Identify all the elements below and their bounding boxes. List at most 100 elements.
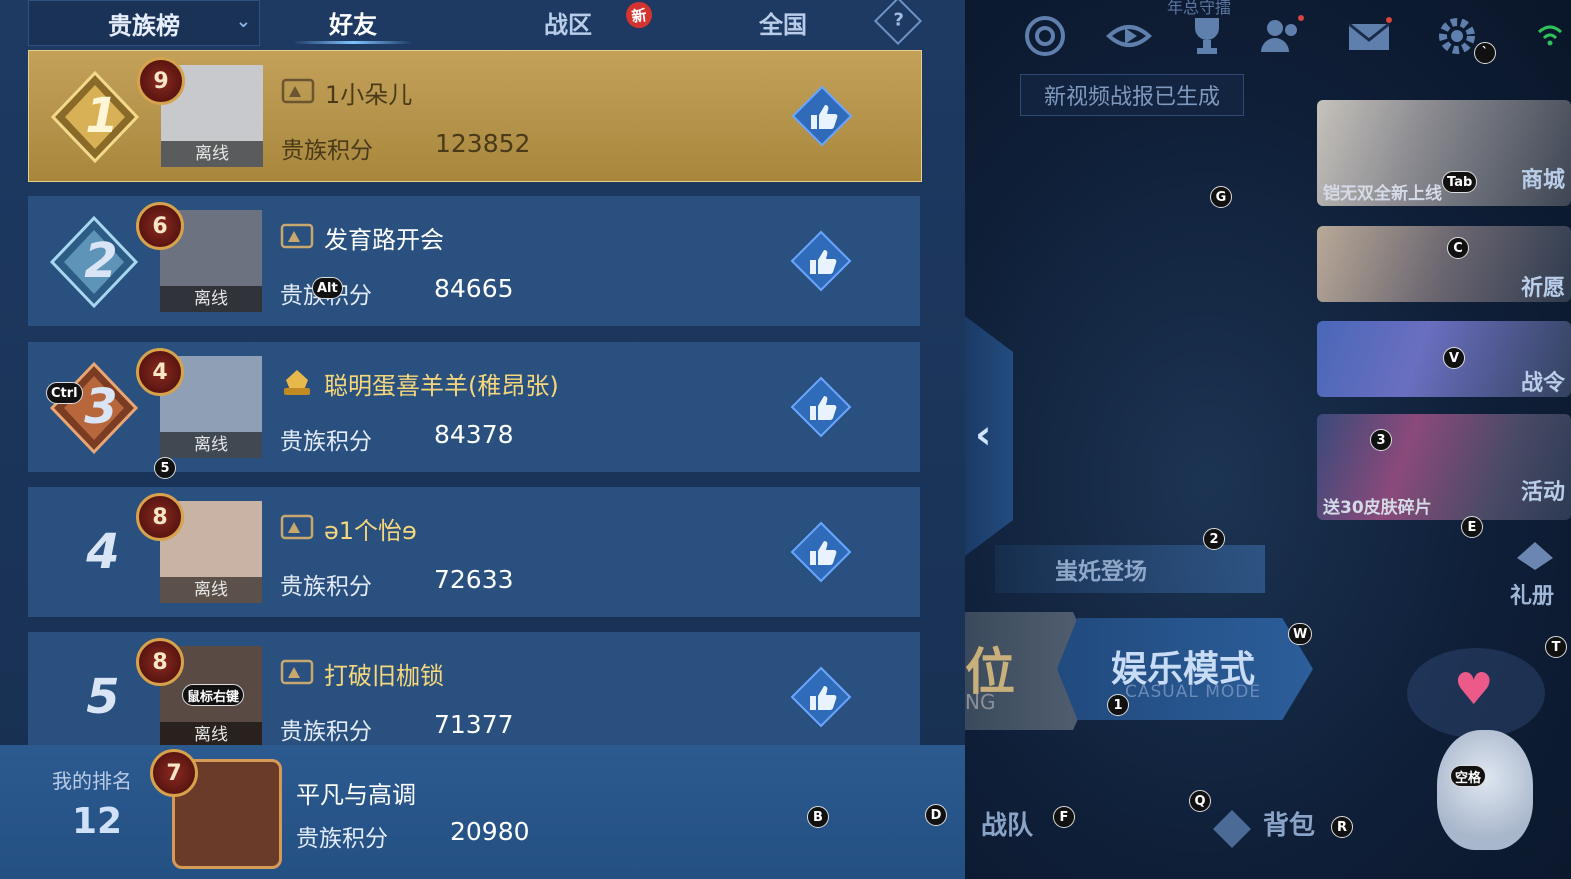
like-button[interactable] bbox=[790, 521, 852, 583]
tab-bar: 贵族榜 ⌄ 好友 战区 新 全国 ? bbox=[28, 0, 923, 46]
noble-level-badge: 4 bbox=[136, 348, 184, 396]
like-button[interactable] bbox=[790, 376, 852, 438]
score-value: 123852 bbox=[435, 129, 531, 158]
player-name: ə1个怡ɘ bbox=[324, 517, 417, 545]
online-status: 离线 bbox=[160, 286, 262, 312]
key-hint: 1 bbox=[1107, 694, 1129, 716]
casual-mode-button[interactable]: 娱乐模式 CASUAL MODE bbox=[1057, 618, 1313, 720]
list-item[interactable]: 3 离线 4 聪明蛋喜羊羊(稚昂张) 贵族积分 84378 bbox=[28, 342, 920, 472]
tab-region-label: 战区 bbox=[544, 10, 592, 39]
tab-friends[interactable]: 好友 bbox=[273, 0, 433, 44]
gift-book-icon bbox=[1517, 542, 1553, 570]
lobby-background: 年总守擂 新视频战报已生成 商城 铠无双全新上线 祈愿 战令 活动 送30皮肤碎… bbox=[965, 0, 1571, 879]
rank-number: 1 bbox=[85, 88, 119, 144]
score-value: 84665 bbox=[434, 274, 514, 303]
noble-level-badge: 7 bbox=[150, 749, 198, 797]
my-rank-number: 12 bbox=[72, 801, 123, 842]
like-button[interactable] bbox=[790, 666, 852, 728]
new-hero-banner[interactable]: 蚩奼登场 bbox=[995, 545, 1265, 593]
key-hint: G bbox=[1210, 186, 1232, 208]
key-hint: Alt bbox=[312, 277, 343, 299]
like-button[interactable] bbox=[791, 85, 853, 147]
shop-caption: 铠无双全新上线 bbox=[1323, 184, 1442, 204]
tab-national[interactable]: 全国 bbox=[708, 0, 858, 44]
key-hint: 2 bbox=[1203, 528, 1225, 550]
key-hint: 空格 bbox=[1450, 765, 1487, 787]
casual-mode-subtitle: CASUAL MODE bbox=[1125, 682, 1262, 702]
score-label: 贵族积分 bbox=[280, 574, 372, 600]
new-hero-label: 蚩奼登场 bbox=[1055, 559, 1147, 585]
my-score-value: 20980 bbox=[450, 817, 530, 846]
my-rank-label: 我的排名 bbox=[52, 769, 132, 793]
score-label: 贵族积分 bbox=[281, 138, 373, 164]
list-item[interactable]: 1 离线 9 1小朵儿 贵族积分 123852 bbox=[28, 50, 922, 182]
noble-level-badge: 9 bbox=[137, 57, 185, 105]
noble-level-badge: 8 bbox=[136, 638, 184, 686]
score-label: 贵族积分 bbox=[280, 719, 372, 745]
noble-card-icon bbox=[280, 659, 314, 685]
key-hint: B bbox=[807, 806, 829, 828]
list-item[interactable]: 5 离线 8 打破旧枷锁 贵族积分 71377 bbox=[28, 632, 920, 745]
video-report-notice[interactable]: 新视频战报已生成 bbox=[1020, 74, 1244, 116]
team-button[interactable]: 战队 bbox=[981, 805, 1033, 842]
online-status: 离线 bbox=[160, 577, 262, 603]
player-name: 发育路开会 bbox=[324, 226, 444, 254]
noble-level-badge: 8 bbox=[136, 493, 184, 541]
dropdown-label: 贵族榜 bbox=[108, 11, 180, 40]
bag-button[interactable]: 背包 bbox=[1263, 805, 1315, 842]
tab-friends-label: 好友 bbox=[329, 10, 377, 39]
shop-card[interactable]: 商城 铠无双全新上线 bbox=[1317, 100, 1571, 206]
event-card[interactable]: 活动 送30皮肤碎片 bbox=[1317, 414, 1571, 520]
my-player-name: 平凡与高调 bbox=[296, 781, 416, 809]
wifi-signal-icon bbox=[1537, 25, 1563, 46]
noble-card-icon bbox=[280, 223, 314, 249]
leaderboard-type-dropdown[interactable]: 贵族榜 ⌄ bbox=[28, 0, 260, 46]
rank-number: 5 bbox=[86, 669, 120, 725]
mail-icon[interactable] bbox=[1345, 12, 1393, 60]
help-icon: ? bbox=[893, 9, 904, 31]
key-hint: ` bbox=[1474, 42, 1496, 64]
collapse-panel-button[interactable]: ‹ bbox=[965, 316, 1013, 556]
key-hint: F bbox=[1053, 806, 1075, 828]
like-button[interactable] bbox=[790, 230, 852, 292]
key-hint: V bbox=[1443, 347, 1465, 369]
wish-card[interactable]: 祈愿 bbox=[1317, 226, 1571, 302]
score-value: 84378 bbox=[434, 420, 514, 449]
help-button[interactable]: ? bbox=[873, 0, 923, 46]
radar-icon[interactable] bbox=[1021, 12, 1069, 60]
key-hint: 鼠标右键 bbox=[182, 684, 245, 706]
replay-eye-icon[interactable] bbox=[1105, 12, 1153, 60]
key-hint: 3 bbox=[1370, 429, 1392, 451]
noble-card-icon bbox=[281, 78, 315, 104]
event-label: 活动 bbox=[1520, 480, 1565, 505]
gift-book-label[interactable]: 礼册 bbox=[1510, 578, 1554, 610]
online-status: 离线 bbox=[161, 141, 263, 167]
chevron-left-icon: ‹ bbox=[975, 412, 992, 458]
key-hint: C bbox=[1447, 237, 1469, 259]
bag-icon bbox=[1213, 810, 1251, 848]
player-name: 打破旧枷锁 bbox=[324, 662, 444, 690]
friends-icon[interactable] bbox=[1257, 12, 1305, 60]
tab-region[interactable]: 战区 bbox=[488, 0, 648, 44]
key-hint: E bbox=[1461, 516, 1483, 538]
score-value: 71377 bbox=[434, 710, 514, 739]
heart-icon[interactable]: ♥ bbox=[1454, 664, 1493, 715]
list-item[interactable]: 2 离线 6 发育路开会 贵族积分 84665 bbox=[28, 196, 920, 326]
score-value: 72633 bbox=[434, 565, 514, 594]
list-item[interactable]: 4 离线 8 ə1个怡ɘ 贵族积分 72633 bbox=[28, 487, 920, 617]
player-name: 聪明蛋喜羊羊(稚昂张) bbox=[324, 372, 559, 400]
mascot-assistant[interactable] bbox=[1437, 730, 1533, 850]
online-status: 离线 bbox=[160, 432, 262, 458]
noble-level-badge: 6 bbox=[136, 202, 184, 250]
key-hint: 5 bbox=[154, 457, 176, 479]
svip-icon bbox=[284, 370, 310, 395]
ranked-mode-subtitle: NG bbox=[965, 690, 996, 714]
wish-label: 祈愿 bbox=[1520, 276, 1565, 301]
key-hint: Q bbox=[1189, 790, 1211, 812]
key-hint: Tab bbox=[1442, 171, 1478, 193]
rank-number: 4 bbox=[86, 524, 120, 580]
chevron-down-icon: ⌄ bbox=[235, 11, 251, 32]
rank-number: 2 bbox=[84, 233, 118, 289]
key-hint: W bbox=[1288, 623, 1313, 645]
trophy-icon[interactable] bbox=[1183, 12, 1231, 60]
